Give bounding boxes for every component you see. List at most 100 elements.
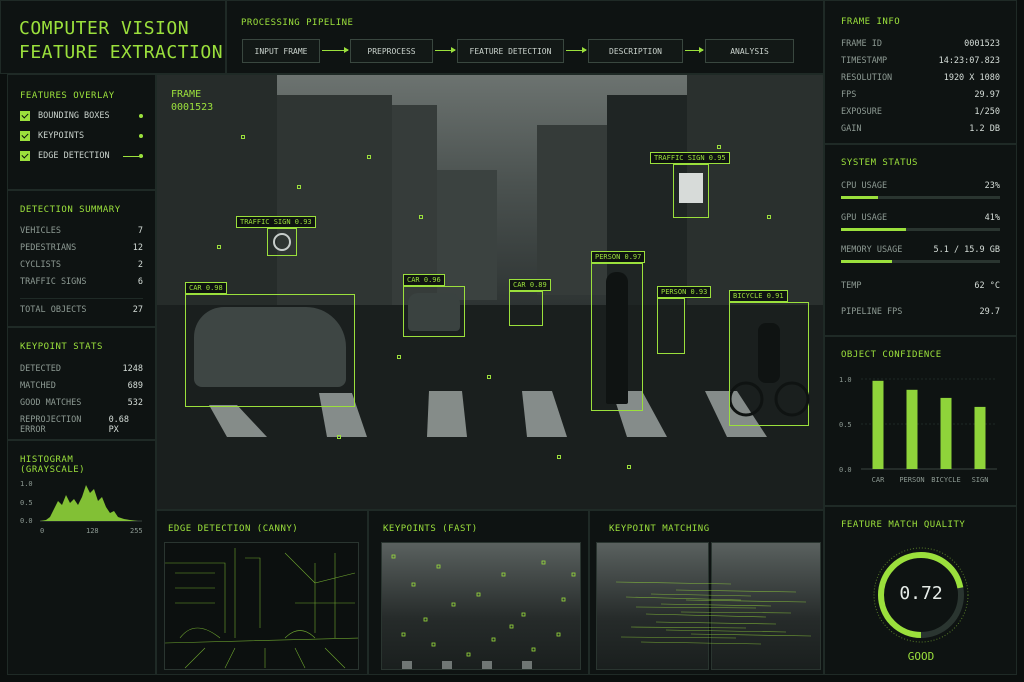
memory-usage-value: 5.1 / 15.9 GB [933, 245, 1000, 255]
keypoint-stat-row: DETECTED 1248 [20, 364, 143, 374]
summary-row: PEDESTRIANS 12 [20, 243, 143, 253]
keypoint-matching-view-panel: KEYPOINT MATCHING [589, 510, 824, 675]
hist-y-tick: 0.0 [20, 517, 33, 525]
detection-box-traffic-sign[interactable]: TRAFFIC SIGN 0.93 [236, 216, 316, 256]
crosswalk [209, 391, 767, 437]
summary-row: VEHICLES 7 [20, 226, 143, 236]
summary-row: CYCLISTS 2 [20, 260, 143, 270]
info-label: GAIN [841, 124, 862, 134]
stat-value: 532 [127, 398, 143, 408]
keypoint-marker [241, 135, 245, 139]
feature-match-quality-panel: FEATURE MATCH QUALITY 0.72 GOOD [824, 506, 1017, 675]
edge-detection-title: EDGE DETECTION (CANNY) [168, 524, 299, 534]
camera-frame-view[interactable]: CAR 0.98 CAR 0.96 CAR 0.89 PERSON 0.97 P… [156, 74, 824, 510]
checkbox-checked-icon[interactable] [20, 131, 30, 141]
keypoints-fast-image[interactable] [381, 542, 581, 670]
app-title-panel: COMPUTER VISION FEATURE EXTRACTION [0, 0, 226, 74]
hist-x-tick: 0 [40, 527, 44, 535]
checkbox-checked-icon[interactable] [20, 111, 30, 121]
hist-y-tick: 1.0 [20, 480, 33, 488]
pipeline-step-description[interactable]: DESCRIPTION [588, 39, 683, 63]
detection-box-person[interactable]: PERSON 0.93 [657, 286, 712, 354]
pipeline-step-input-frame[interactable]: INPUT FRAME [242, 39, 320, 63]
edge-detection-toggle[interactable]: EDGE DETECTION [20, 151, 143, 161]
summary-value: 7 [137, 226, 143, 236]
detection-box-car[interactable]: CAR 0.98 [185, 282, 355, 407]
gpu-usage-fill [841, 228, 907, 231]
histogram-title: HISTOGRAM (GRAYSCALE) [20, 455, 86, 475]
match-quality-status: GOOD [907, 650, 935, 663]
line-indicator-icon [123, 154, 143, 158]
detection-box-car[interactable]: CAR 0.96 [403, 274, 465, 337]
edge-detection-image[interactable] [164, 542, 359, 670]
info-value: 0001523 [964, 39, 1000, 49]
no-turn-sign-icon [273, 233, 291, 251]
pipeline-step-feature-detection[interactable]: FEATURE DETECTION [457, 39, 564, 63]
bounding-boxes-toggle[interactable]: BOUNDING BOXES [20, 111, 143, 121]
detection-summary-title: DETECTION SUMMARY [20, 205, 121, 215]
info-value: 14:23:07.823 [938, 56, 1000, 66]
gpu-usage-value: 41% [984, 213, 1000, 223]
memory-usage-row: MEMORY USAGE 5.1 / 15.9 GB [841, 245, 1000, 255]
car-shape [194, 307, 346, 387]
frame-number: 0001523 [171, 102, 214, 113]
pipeline-step-preprocess[interactable]: PREPROCESS [350, 39, 433, 63]
keypoints-toggle[interactable]: KEYPOINTS [20, 131, 143, 141]
keypoint-stats-panel: KEYPOINT STATS DETECTED 1248 MATCHED 689 G… [7, 327, 156, 440]
frame-info-row: GAIN 1.2 dB [841, 124, 1000, 134]
summary-total-row: TOTAL OBJECTS 27 [20, 298, 143, 315]
summary-label: PEDESTRIANS [20, 243, 77, 253]
conf-bar [872, 380, 884, 469]
edge-detection-label: EDGE DETECTION [38, 151, 110, 161]
stat-label: GOOD MATCHES [20, 398, 82, 408]
edge-lines [165, 548, 358, 669]
info-value: 1/250 [974, 107, 1000, 117]
frame-label: FRAME [171, 89, 202, 100]
stat-value: 689 [127, 381, 143, 391]
gpu-usage-label: GPU USAGE [841, 213, 888, 223]
conf-y-tick: 0.5 [839, 421, 852, 429]
checkbox-checked-icon[interactable] [20, 151, 30, 161]
keypoint-stat-row: MATCHED 689 [20, 381, 143, 391]
detection-box-car[interactable]: CAR 0.89 [509, 279, 551, 326]
person-shape [606, 272, 628, 404]
info-label: RESOLUTION [841, 73, 893, 83]
pipeline-arrow [322, 47, 349, 53]
conf-x-label: CAR [872, 476, 885, 484]
detection-label: CAR 0.89 [509, 279, 551, 291]
features-overlay-panel: FEATURES OVERLAY BOUNDING BOXES KEYPOINT… [7, 74, 156, 190]
frame-info-row: TIMESTAMP 14:23:07.823 [841, 56, 1000, 66]
memory-usage-fill [841, 260, 892, 263]
frame-info-row: FPS 29.97 [841, 90, 1000, 100]
detection-label: CAR 0.98 [185, 282, 227, 294]
pipeline-fps-value: 29.7 [979, 307, 1000, 317]
conf-bar [974, 406, 986, 469]
keypoint-matching-title: KEYPOINT MATCHING [609, 524, 710, 534]
cpu-usage-bar [841, 196, 1000, 199]
frame-counter: FRAME 0001523 [171, 88, 213, 114]
app-title-line2: FEATURE EXTRACTION [19, 42, 224, 63]
summary-total-label: TOTAL OBJECTS [20, 305, 87, 315]
pipeline-step-analysis[interactable]: ANALYSIS [705, 39, 794, 63]
detection-label: TRAFFIC SIGN 0.93 [236, 216, 316, 228]
stat-label: REPROJECTION ERROR [20, 415, 82, 435]
hist-y-tick: 0.5 [20, 499, 33, 507]
detection-label: BICYCLE 0.91 [729, 290, 788, 302]
detection-box-person[interactable]: PERSON 0.97 [591, 251, 646, 411]
summary-value: 12 [132, 243, 143, 253]
summary-row: TRAFFIC SIGNS 6 [20, 277, 143, 287]
no-turn-sign-icon [679, 173, 703, 203]
summary-label: TRAFFIC SIGNS [20, 277, 87, 287]
detection-label: PERSON 0.93 [657, 286, 712, 298]
features-overlay-title: FEATURES OVERLAY [20, 91, 115, 101]
conf-y-tick: 1.0 [839, 376, 852, 384]
bounding-boxes-label: BOUNDING BOXES [38, 111, 110, 121]
detection-box-bicycle[interactable]: BICYCLE 0.91 [729, 290, 810, 426]
detection-box-traffic-sign[interactable]: TRAFFIC SIGN 0.95 [650, 152, 730, 218]
dot-indicator-icon [139, 114, 143, 118]
pipeline-arrow [685, 47, 704, 53]
keypoint-marker [487, 375, 491, 379]
cpu-usage-row: CPU USAGE 23% [841, 181, 1000, 191]
temp-label: TEMP [841, 281, 862, 291]
memory-usage-bar [841, 260, 1000, 263]
